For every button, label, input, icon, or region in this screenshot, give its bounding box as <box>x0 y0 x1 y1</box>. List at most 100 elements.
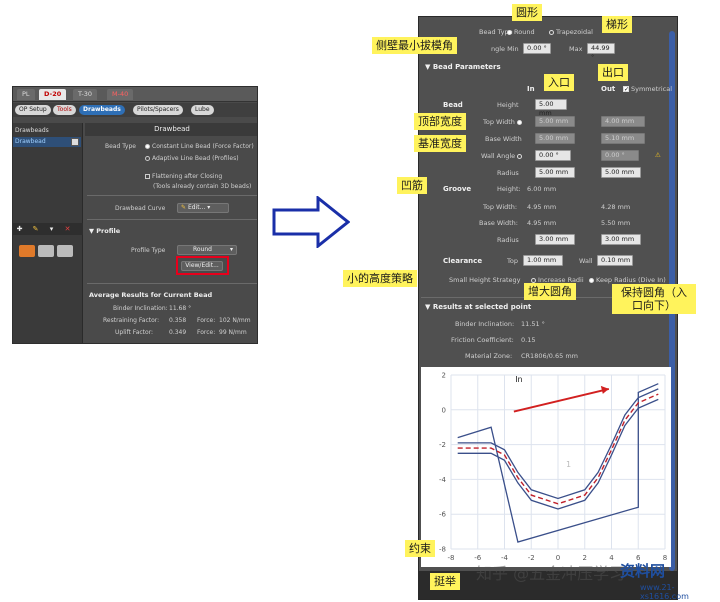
y-tick-label: -8 <box>439 546 446 554</box>
angle-min-label: ngle Min <box>491 45 519 53</box>
checkbox-icon <box>145 174 150 179</box>
subtab-tools[interactable]: Tools <box>53 105 76 115</box>
y-tick-label: -6 <box>439 511 447 519</box>
uplift-force-label: Force: <box>197 329 216 336</box>
pencil-icon[interactable]: ✎ <box>31 225 40 233</box>
radio-icon <box>531 277 536 283</box>
chevron-down-icon: ▾ <box>229 246 233 253</box>
profile-section-title[interactable]: ▼ Profile <box>89 227 120 235</box>
view-orange-icon[interactable] <box>19 245 35 257</box>
wall-angle-in-input[interactable]: 0.00 ° <box>535 150 571 161</box>
radius-in-input[interactable]: 5.00 mm <box>535 167 575 178</box>
symmetrical-checkbox[interactable]: ✓ Symmetrical <box>623 85 672 93</box>
bead-type-adaptive[interactable]: Adaptive Line Bead (Profiles) <box>145 155 239 162</box>
clearance-wall-input[interactable]: 0.10 mm <box>597 255 633 266</box>
groove-radius-out-input[interactable]: 3.00 mm <box>601 234 641 245</box>
radio-icon <box>145 156 150 161</box>
tab-t30[interactable]: T-30 <box>73 89 97 100</box>
bead-parameters-title[interactable]: ▼ Bead Parameters <box>425 63 501 71</box>
properties-icon[interactable] <box>71 138 79 146</box>
callout-round: 圆形 <box>512 4 542 22</box>
divider <box>87 219 257 220</box>
radio-icon <box>589 277 594 283</box>
radio-icon <box>145 144 150 149</box>
keep-radius-radio[interactable]: Keep Radius (Dive In) <box>589 276 666 284</box>
callout-trapezoid: 梯形 <box>602 16 632 34</box>
callout-base-width: 基准宽度 <box>414 135 466 153</box>
base-width-label: Base Width <box>485 135 522 143</box>
flatten-checkbox[interactable]: Flattening after Closing <box>145 173 222 180</box>
binder-inclination-label: Binder Inclination: <box>113 305 168 312</box>
callout-uplift: 挺举 <box>430 573 460 591</box>
bead-type-round-radio[interactable]: Round <box>507 28 535 36</box>
groove-height-value: 6.00 mm <box>527 185 557 193</box>
watermark-text: 知乎 @五金冲压学习 <box>476 564 626 583</box>
restraining-force-label: Force: <box>197 317 216 324</box>
tree-item-label: Drawbead <box>15 138 46 145</box>
height-label: Height <box>497 101 519 109</box>
radio-icon[interactable] <box>517 119 522 125</box>
delete-icon[interactable]: ✕ <box>63 225 72 233</box>
tree-header: Drawbeads <box>15 127 49 134</box>
x-tick-label: -8 <box>448 554 455 562</box>
view-mesh-icon[interactable] <box>57 245 73 257</box>
operation-tabs: PL D-20 T-30 M-40 <box>13 87 257 102</box>
callout-wall-angle: 侧壁最小拔模角 <box>372 37 457 55</box>
tab-m40[interactable]: M-40 <box>107 89 134 100</box>
groove-top-width-in: 4.95 mm <box>527 203 557 211</box>
add-icon[interactable]: ✚ <box>15 225 24 233</box>
top-width-out-input[interactable]: 4.00 mm <box>601 116 645 127</box>
material-zone-value: CR1806/0.65 mm <box>521 352 578 360</box>
y-tick-label: 0 <box>442 406 446 414</box>
tree-item-drawbead[interactable]: Drawbead <box>13 137 81 147</box>
bead-label: Bead <box>443 101 463 109</box>
radius-out-input[interactable]: 5.00 mm <box>601 167 641 178</box>
tab-pl[interactable]: PL <box>17 89 35 100</box>
groove-top-width-label: Top Width: <box>483 203 518 211</box>
restraining-force-value: 102 N/mm <box>219 317 251 324</box>
chevron-down-icon[interactable]: ▾ <box>47 225 56 233</box>
bead-type-constant[interactable]: Constant Line Bead (Force Factor) <box>145 143 254 150</box>
chart-annotation: In <box>515 375 522 384</box>
wall-angle-out-input[interactable]: 0.00 ° <box>601 150 639 161</box>
drawbead-curve-label: Drawbead Curve <box>115 205 166 212</box>
groove-height-label: Height: <box>497 185 521 193</box>
friction-coefficient-value: 0.15 <box>521 336 536 344</box>
angle-max-input[interactable]: 44.99 ° <box>587 43 615 61</box>
bead-type-trapezoidal-radio[interactable]: Trapezoidal <box>549 28 593 36</box>
subtab-lube[interactable]: Lube <box>191 105 214 115</box>
results-title[interactable]: ▼ Results at selected point <box>425 303 531 311</box>
base-width-in-input[interactable]: 5.00 mm <box>535 133 575 144</box>
tree-toolbar: ✚ ✎ ▾ ✕ <box>13 223 83 235</box>
angle-min-input[interactable]: 0.00 ° <box>523 43 551 54</box>
small-height-strategy-label: Small Height Strategy <box>449 276 521 284</box>
chart-svg: -8-6-4-20246820-2-4-6-8InOut1 <box>439 372 667 563</box>
column-out: Out <box>601 85 616 93</box>
clearance-top-label: Top <box>507 257 518 265</box>
y-tick-label: -4 <box>439 476 447 484</box>
callout-increase-radius: 增大圆角 <box>524 283 576 301</box>
top-width-label: Top Width <box>483 118 524 126</box>
panel-title: Drawbead <box>85 123 257 136</box>
base-width-out-input[interactable]: 5.10 mm <box>601 133 645 144</box>
callout-top-width: 顶部宽度 <box>414 113 466 131</box>
tab-d20[interactable]: D-20 <box>39 89 67 100</box>
edit-curve-button[interactable]: ✎ Edit... ▾ <box>177 203 229 213</box>
callout-outlet: 出口 <box>598 64 628 82</box>
subtab-drawbeads[interactable]: Drawbeads <box>79 105 125 115</box>
subtab-op-setup[interactable]: OP Setup <box>15 105 51 115</box>
drawbead-tree: Drawbeads Drawbead ✚ ✎ ▾ ✕ <box>13 123 83 343</box>
height-in-input[interactable]: 5.00 mm <box>535 99 567 117</box>
radio-icon[interactable] <box>517 153 523 159</box>
groove-radius-in-input[interactable]: 3.00 mm <box>535 234 575 245</box>
profile-type-select[interactable]: Round ▾ <box>177 245 237 255</box>
wall-angle-label: Wall Angle <box>481 152 524 160</box>
clearance-top-input[interactable]: 1.00 mm <box>523 255 563 266</box>
material-zone-label: Material Zone: <box>465 352 513 360</box>
setup-subtabs: OP Setup Tools Drawbeads Pilots/Spacers … <box>13 103 257 117</box>
clearance-label: Clearance <box>443 257 483 265</box>
subtab-pilots-spacers[interactable]: Pilots/Spacers <box>133 105 183 115</box>
view-solid-icon[interactable] <box>38 245 54 257</box>
top-width-in-input[interactable]: 5.00 mm <box>535 116 575 127</box>
groove-base-width-label: Base Width: <box>479 219 518 227</box>
